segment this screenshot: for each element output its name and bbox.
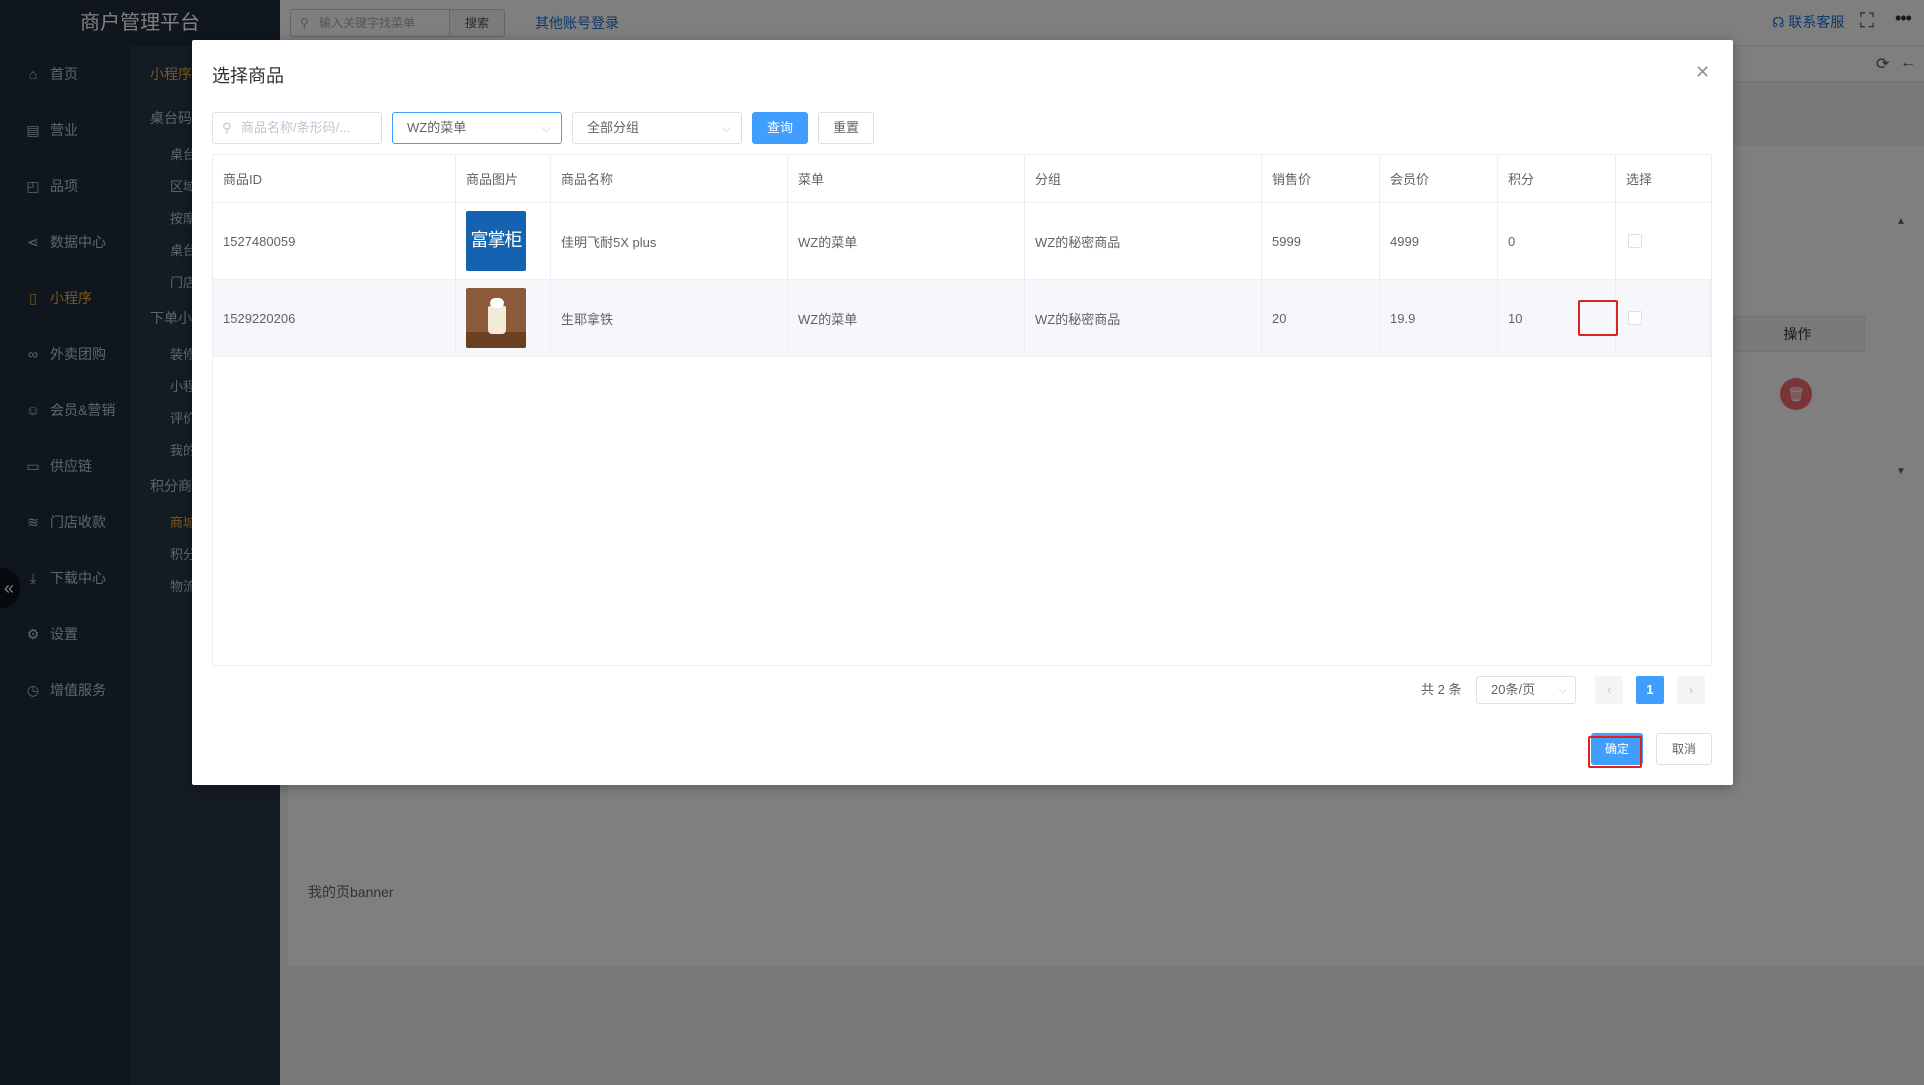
chevron-down-icon: ⌵ (541, 121, 551, 135)
group-select-value: 全部分组 (587, 120, 640, 135)
product-price: 20 (1262, 280, 1380, 356)
chevron-left-icon: ‹ (1606, 682, 1612, 697)
select-cell (1616, 280, 1711, 356)
prev-page-button[interactable]: ‹ (1595, 676, 1623, 704)
product-group: WZ的秘密商品 (1025, 203, 1262, 279)
image-table-surface (466, 332, 526, 348)
chevron-down-icon: ⌵ (721, 121, 731, 135)
table-row[interactable]: 1529220206 生耶拿铁 WZ的菜单 WZ的秘密商品 20 19.9 10 (213, 280, 1711, 357)
page-size-select[interactable]: 20条/页 ⌵ (1476, 676, 1576, 704)
column-header: 积分 (1498, 155, 1616, 202)
column-header: 分组 (1025, 155, 1262, 202)
product-image: 富掌柜 (466, 211, 526, 271)
search-icon: ⚲ (222, 120, 232, 135)
select-checkbox[interactable] (1628, 311, 1642, 325)
product-name: 佳明飞耐5X plus (551, 203, 788, 279)
product-id: 1529220206 (213, 280, 456, 356)
product-search-placeholder: 商品名称/条形码/... (241, 120, 351, 135)
product-image (466, 288, 526, 348)
image-cup (488, 306, 506, 334)
column-header: 选择 (1626, 172, 1653, 187)
next-page-button[interactable]: › (1677, 676, 1705, 704)
product-points: 0 (1498, 203, 1616, 279)
column-header: 商品名称 (551, 155, 788, 202)
highlight-box (1588, 736, 1642, 768)
menu-select[interactable]: WZ的菜单 ⌵ (392, 112, 562, 144)
column-header: 商品图片 (456, 155, 551, 202)
product-menu: WZ的菜单 (788, 203, 1025, 279)
image-foam (490, 298, 504, 308)
product-image-cell (456, 280, 551, 356)
table-row[interactable]: 1527480059 富掌柜 佳明飞耐5X plus WZ的菜单 WZ的秘密商品… (213, 203, 1711, 280)
select-product-dialog: 选择商品 ✕ ⚲ 商品名称/条形码/... WZ的菜单 ⌵ 全部分组 ⌵ 查询 … (192, 40, 1733, 785)
dialog-title: 选择商品 (212, 66, 284, 86)
column-header: 商品ID (213, 155, 456, 202)
product-table: 商品ID 商品图片 商品名称 菜单 分组 销售价 会员价 积分 选择 15274… (212, 154, 1712, 666)
product-member-price: 19.9 (1380, 280, 1498, 356)
select-cell (1616, 203, 1711, 279)
product-member-price: 4999 (1380, 203, 1498, 279)
product-price: 5999 (1262, 203, 1380, 279)
close-icon[interactable]: ✕ (1695, 62, 1710, 83)
chevron-right-icon: › (1688, 682, 1694, 697)
page-number-button[interactable]: 1 (1636, 676, 1664, 704)
pagination-total: 共 2 条 (1421, 682, 1462, 697)
product-name: 生耶拿铁 (551, 280, 788, 356)
group-select[interactable]: 全部分组 ⌵ (572, 112, 742, 144)
menu-select-value: WZ的菜单 (407, 120, 467, 135)
product-group: WZ的秘密商品 (1025, 280, 1262, 356)
cancel-button[interactable]: 取消 (1656, 733, 1712, 765)
chevron-down-icon: ⌵ (1558, 684, 1567, 696)
column-header: 菜单 (788, 155, 1025, 202)
product-id: 1527480059 (213, 203, 456, 279)
column-header: 会员价 (1380, 155, 1498, 202)
product-search-input[interactable]: ⚲ 商品名称/条形码/... (212, 112, 382, 144)
column-header: 销售价 (1262, 155, 1380, 202)
page-size-value: 20条/页 (1491, 682, 1536, 697)
reset-button[interactable]: 重置 (818, 112, 874, 144)
highlight-box (1578, 300, 1618, 336)
table-header: 商品ID 商品图片 商品名称 菜单 分组 销售价 会员价 积分 选择 (213, 155, 1711, 203)
product-image-cell: 富掌柜 (456, 203, 551, 279)
select-checkbox[interactable] (1628, 234, 1642, 248)
query-button[interactable]: 查询 (752, 112, 808, 144)
product-menu: WZ的菜单 (788, 280, 1025, 356)
